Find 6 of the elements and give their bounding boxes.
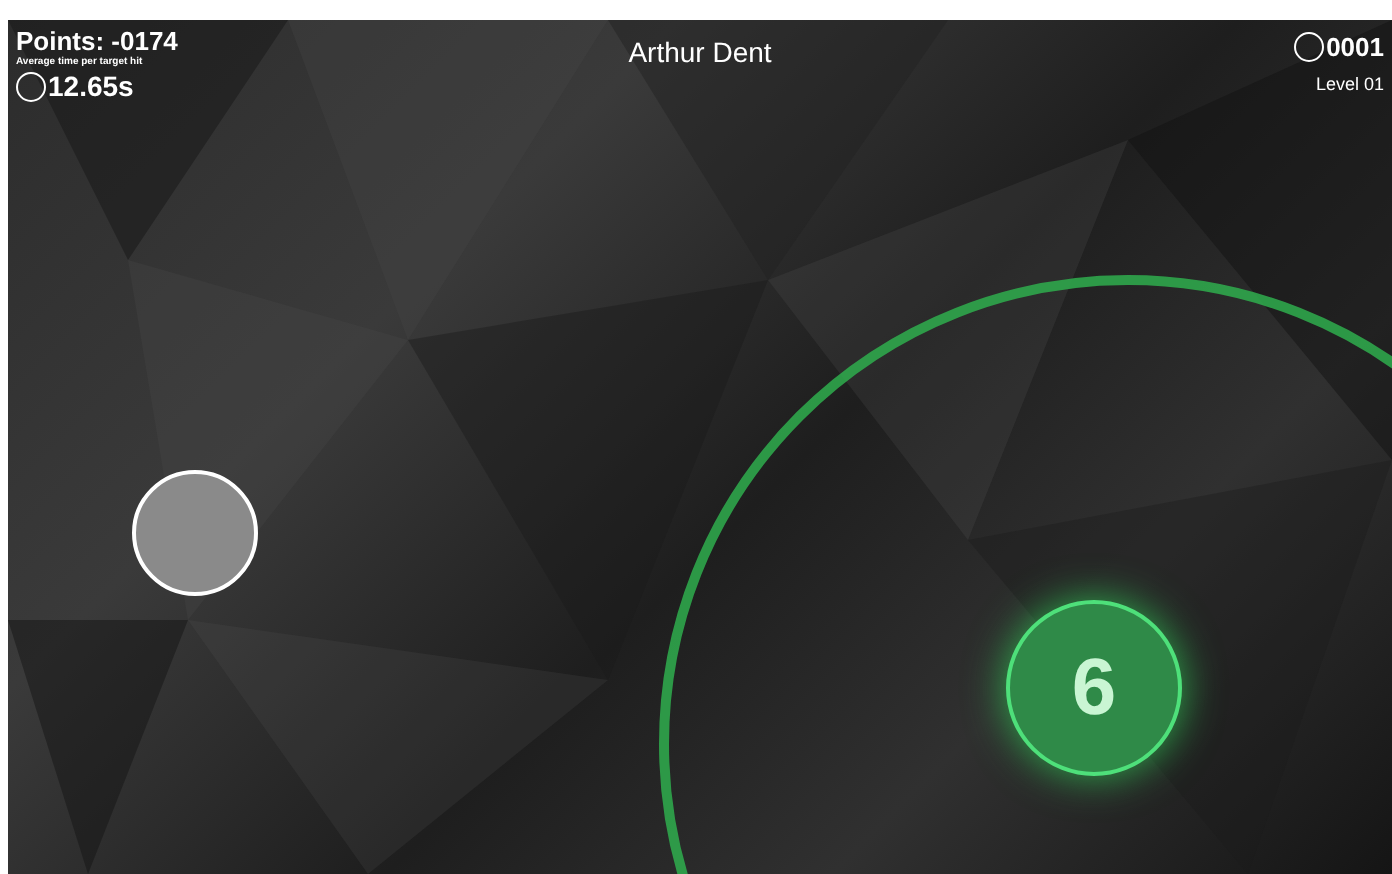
- hit-count: 0001: [1326, 30, 1384, 66]
- points-score: Points: -0174: [16, 28, 178, 56]
- player-name: Arthur Dent: [628, 34, 772, 72]
- average-time: 12.65s: [48, 70, 134, 102]
- level-label: Level 01: [1315, 71, 1384, 97]
- numbered-target[interactable]: 6: [1006, 600, 1182, 776]
